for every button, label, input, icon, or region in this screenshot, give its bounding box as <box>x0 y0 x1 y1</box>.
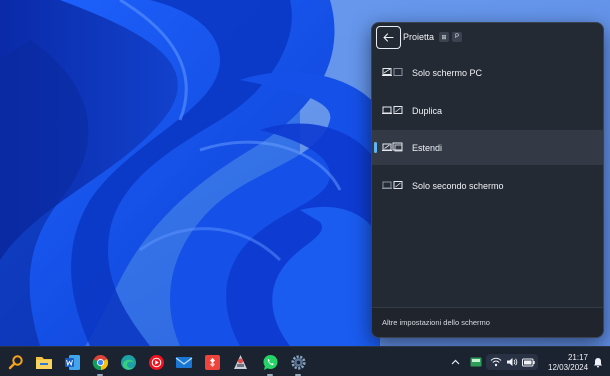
option-label: Duplica <box>412 105 443 116</box>
quick-settings-button[interactable] <box>486 354 538 370</box>
battery-icon <box>521 358 535 366</box>
flyout-header: Proietta ⊞ P <box>372 23 603 53</box>
mail-icon[interactable] <box>174 352 194 372</box>
flyout-footer: Altre impostazioni dello schermo <box>372 307 603 337</box>
youtube-music-icon[interactable] <box>146 352 166 372</box>
back-button[interactable] <box>376 26 401 49</box>
option-duplicate[interactable]: Duplica <box>372 93 603 128</box>
selected-indicator <box>374 142 377 153</box>
p-key-badge: P <box>452 32 462 42</box>
pc-screen-only-icon <box>382 68 403 76</box>
tray-app-icon[interactable] <box>468 354 484 370</box>
clock[interactable]: 21:17 12/03/2024 <box>548 353 588 373</box>
project-flyout: Proietta ⊞ P Solo schermo PC Duplica Est… <box>371 22 604 338</box>
word-icon[interactable] <box>62 352 82 372</box>
second-screen-only-icon <box>382 181 403 189</box>
option-label: Estendi <box>412 142 443 153</box>
volume-icon <box>506 358 517 366</box>
extend-icon <box>382 142 403 152</box>
option-pc-screen-only[interactable]: Solo schermo PC <box>372 55 603 90</box>
whatsapp-icon[interactable] <box>260 352 280 376</box>
chrome-icon[interactable] <box>90 352 110 376</box>
wifi-icon <box>490 357 501 367</box>
option-label: Solo secondo schermo <box>412 180 504 191</box>
taskbar: 21:17 12/03/2024 <box>0 346 610 376</box>
option-second-screen-only[interactable]: Solo secondo schermo <box>372 168 603 203</box>
chevron-up-icon[interactable] <box>448 354 462 370</box>
option-label: Solo schermo PC <box>412 67 483 78</box>
anydesk-icon[interactable] <box>202 352 222 372</box>
edge-icon[interactable] <box>118 352 138 372</box>
notification-bell-icon[interactable] <box>591 354 605 370</box>
app-icon[interactable] <box>230 352 250 372</box>
windows-key-icon: ⊞ <box>439 32 449 42</box>
file-explorer-icon[interactable] <box>34 352 54 372</box>
search-icon[interactable] <box>6 352 26 372</box>
more-display-settings-link[interactable]: Altre impostazioni dello schermo <box>382 318 490 327</box>
option-extend[interactable]: Estendi <box>372 130 603 165</box>
clock-date: 12/03/2024 <box>548 363 589 372</box>
clock-time: 21:17 <box>567 353 588 362</box>
arrow-left-icon <box>383 33 394 42</box>
flyout-title: Proietta <box>403 32 435 42</box>
duplicate-icon <box>382 106 403 114</box>
settings-icon[interactable] <box>288 352 308 376</box>
